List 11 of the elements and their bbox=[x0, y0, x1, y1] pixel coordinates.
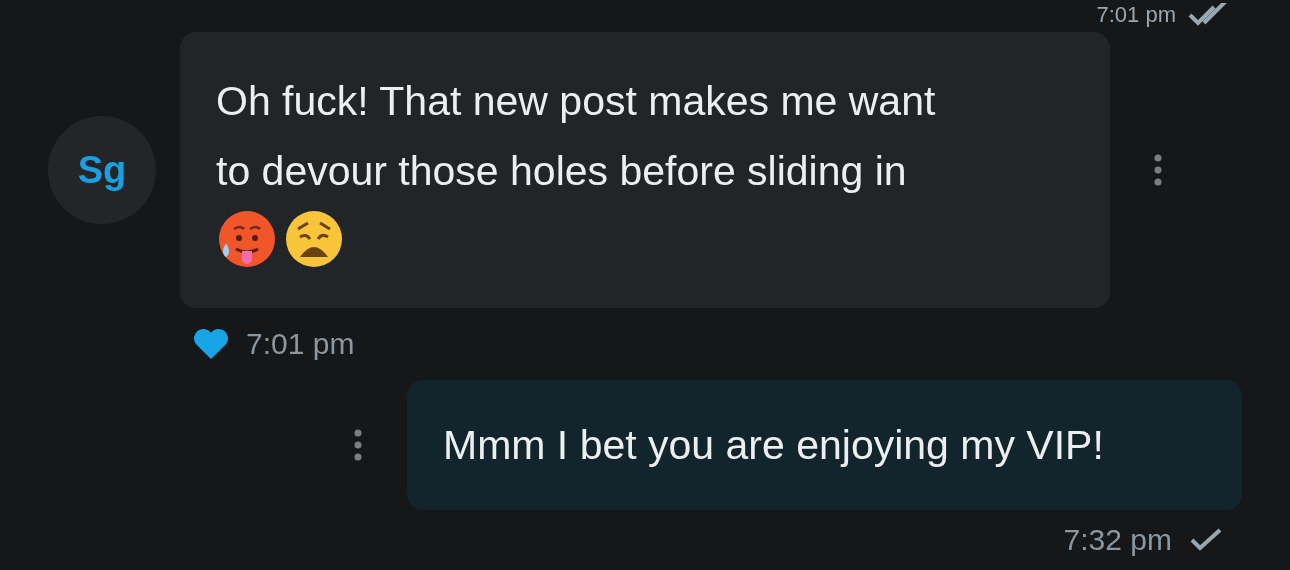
more-options-icon[interactable] bbox=[354, 429, 362, 461]
message-time: 7:01 pm bbox=[1096, 2, 1176, 28]
avatar[interactable]: Sg bbox=[48, 116, 156, 224]
message-time: 7:01 pm bbox=[246, 327, 355, 361]
weary-face-emoji-icon bbox=[284, 209, 344, 269]
heart-icon[interactable] bbox=[192, 327, 230, 361]
hot-face-emoji-icon bbox=[216, 209, 276, 269]
message-time: 7:32 pm bbox=[1063, 523, 1172, 557]
more-options-icon[interactable] bbox=[1154, 154, 1162, 186]
message-bubble: Mmm I bet you are enjoying my VIP! bbox=[407, 380, 1242, 510]
message-bubble: Oh fuck! That new post makes me want to devour those holes before sliding in bbox=[180, 32, 1110, 308]
